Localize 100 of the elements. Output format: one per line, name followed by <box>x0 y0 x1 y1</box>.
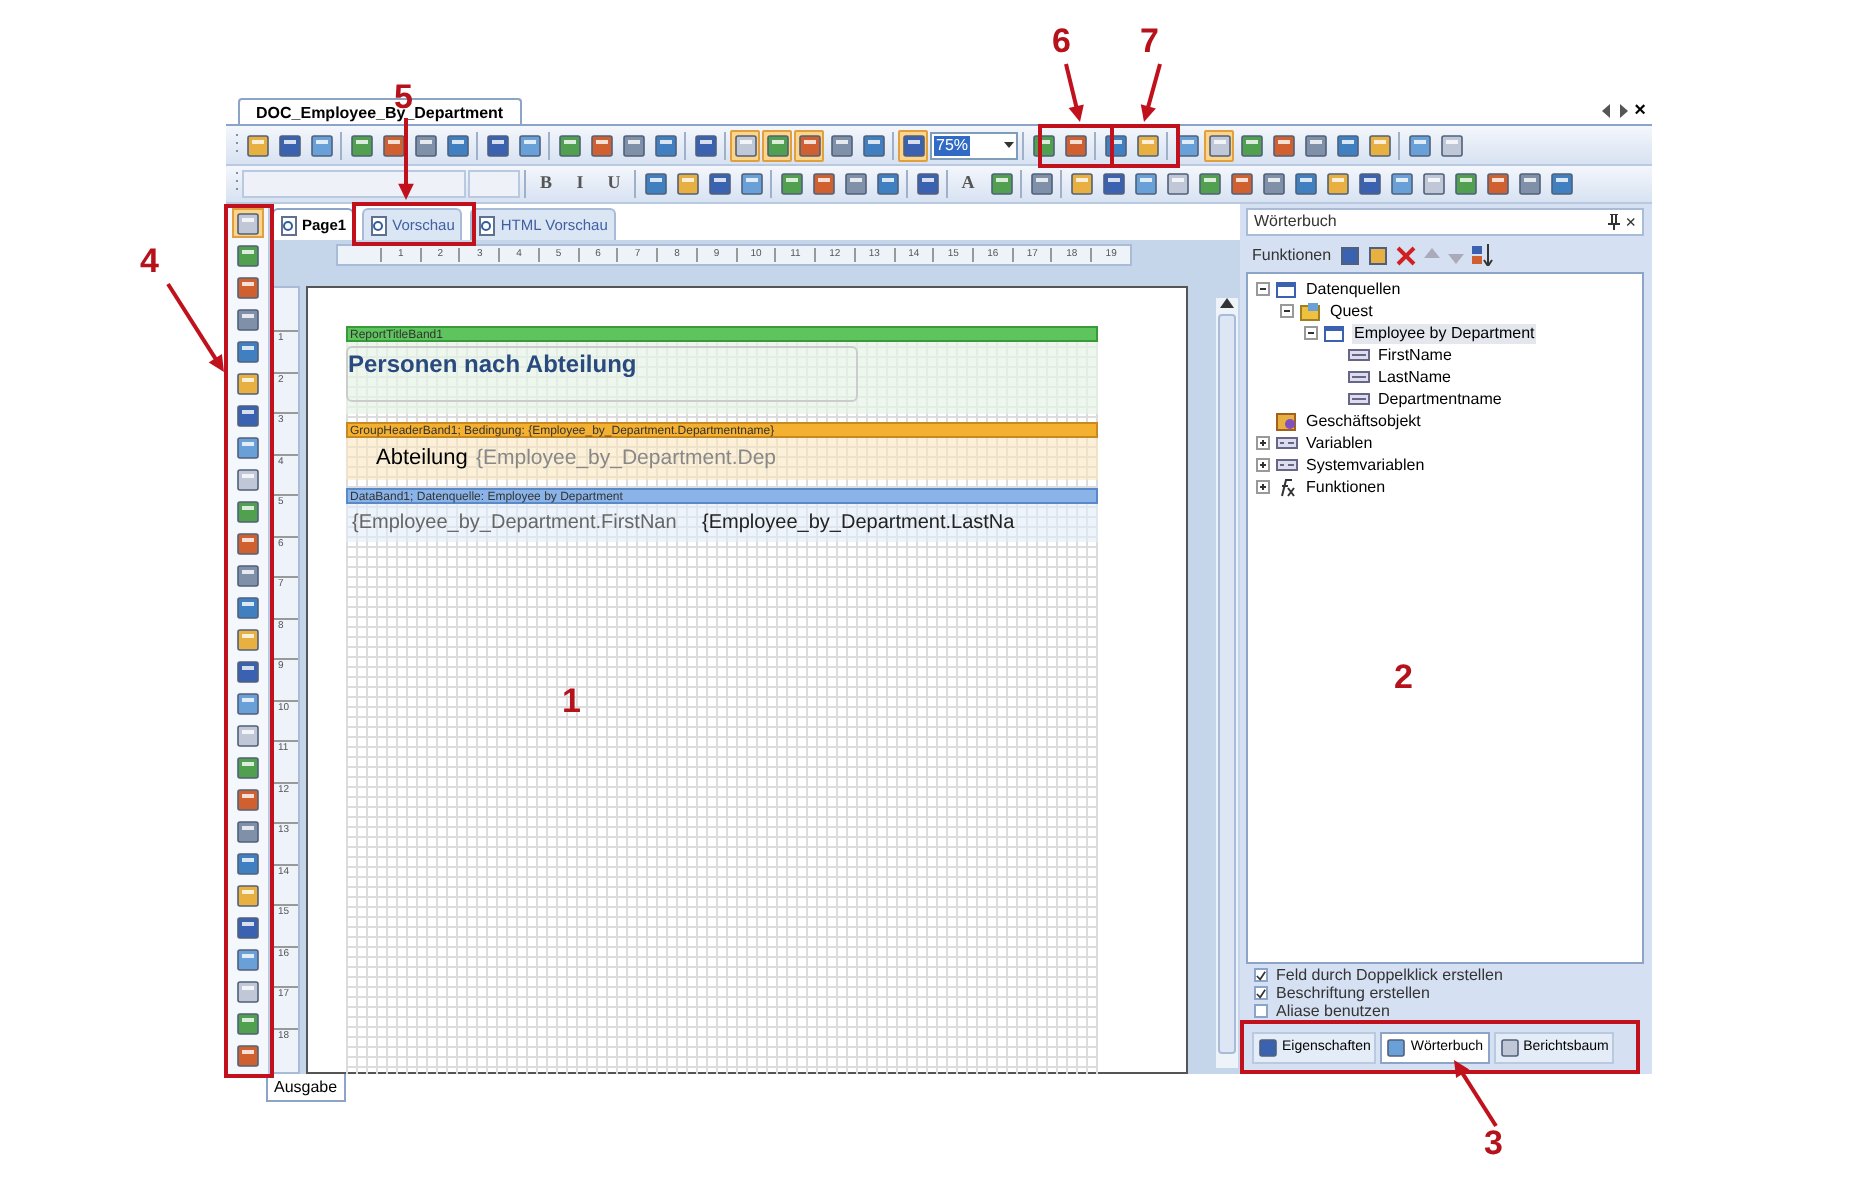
tree-item[interactable]: Employee by Department <box>1352 323 1537 343</box>
format-button[interactable]: B <box>530 168 562 200</box>
delete-icon[interactable] <box>1395 245 1416 265</box>
tool-button[interactable] <box>231 624 263 654</box>
toolbar-button[interactable] <box>1290 168 1320 200</box>
toolbar-button[interactable] <box>1258 168 1288 200</box>
tool-button[interactable] <box>231 304 263 334</box>
toolbar-button[interactable] <box>840 168 870 200</box>
toolbar-button[interactable] <box>794 129 824 161</box>
toolbar-button[interactable] <box>1354 168 1384 200</box>
toolbar-button[interactable] <box>1386 168 1416 200</box>
toolbar-button[interactable] <box>1418 168 1448 200</box>
tree-item[interactable]: Geschäftsobjekt <box>1304 411 1423 431</box>
toolbar-button[interactable] <box>1404 129 1434 161</box>
tool-button[interactable] <box>231 432 263 462</box>
toolbar-button[interactable] <box>858 129 888 161</box>
tool-button[interactable] <box>231 272 263 302</box>
toolbar-button[interactable] <box>1162 168 1192 200</box>
tool-button[interactable] <box>231 240 263 270</box>
edit-icon[interactable] <box>1367 245 1388 265</box>
tree-item[interactable]: LastName <box>1376 367 1453 387</box>
toolbar-button[interactable] <box>1268 129 1298 161</box>
report-title[interactable]: Personen nach Abteilung <box>346 346 858 402</box>
toolbar-button[interactable] <box>1098 168 1128 200</box>
toolbar-button[interactable] <box>704 168 734 200</box>
tool-button[interactable] <box>231 464 263 494</box>
tool-button[interactable] <box>231 976 263 1006</box>
expander-icon[interactable] <box>1256 436 1270 450</box>
tool-button[interactable] <box>231 208 263 238</box>
toolbar-button[interactable] <box>1226 168 1256 200</box>
vertical-scrollbar[interactable] <box>1216 298 1238 1068</box>
toolbar-button[interactable] <box>650 129 680 161</box>
expander-icon[interactable] <box>1256 282 1270 296</box>
tree-item[interactable]: Quest <box>1328 301 1375 321</box>
toolbar-button[interactable] <box>410 129 440 161</box>
tool-button[interactable] <box>231 560 263 590</box>
tree-item[interactable]: Datenquellen <box>1304 279 1403 299</box>
tool-button[interactable] <box>231 880 263 910</box>
toolbar-button[interactable] <box>1026 168 1056 200</box>
tree-item[interactable]: Systemvariablen <box>1304 455 1427 475</box>
expander-icon[interactable] <box>1256 458 1270 472</box>
toolbar-button[interactable] <box>242 129 272 161</box>
tool-button[interactable] <box>231 368 263 398</box>
toolbar-button[interactable] <box>826 129 856 161</box>
toolbar-button[interactable] <box>808 168 838 200</box>
toolbar-button[interactable] <box>1300 129 1330 161</box>
output-tab[interactable]: Ausgabe <box>266 1074 346 1102</box>
toolbar-button[interactable] <box>690 129 720 161</box>
toolbar-button[interactable] <box>1482 168 1512 200</box>
toolbar-button[interactable] <box>1066 168 1096 200</box>
format-button[interactable]: A <box>952 168 984 200</box>
tree-item[interactable]: Funktionen <box>1304 477 1388 497</box>
tool-button[interactable] <box>231 400 263 430</box>
expander-icon[interactable] <box>1280 304 1294 318</box>
tool-button[interactable] <box>231 688 263 718</box>
toolbar-button[interactable] <box>586 129 616 161</box>
toolbar-button[interactable] <box>346 129 376 161</box>
toolbar-button[interactable] <box>730 129 760 161</box>
data-field[interactable]: {Employee_by_Department.FirstNan <box>352 508 702 538</box>
toolbar-button[interactable] <box>986 168 1016 200</box>
toolbar-button[interactable] <box>554 129 584 161</box>
tool-button[interactable] <box>231 912 263 942</box>
scroll-up-icon[interactable] <box>1220 298 1234 308</box>
format-button[interactable]: I <box>564 168 596 200</box>
close-button[interactable]: × <box>1625 213 1636 231</box>
tool-button[interactable] <box>231 720 263 750</box>
text-object[interactable]: Abteilung <box>376 442 476 476</box>
toolbar-button[interactable] <box>1322 168 1352 200</box>
toolbar-button[interactable] <box>1060 129 1090 161</box>
zoom-dropdown[interactable]: 75% <box>930 131 1018 159</box>
tool-button[interactable] <box>231 752 263 782</box>
tool-button[interactable] <box>231 656 263 686</box>
scroll-left-icon[interactable] <box>1602 104 1613 118</box>
new-icon[interactable] <box>1339 245 1360 265</box>
tool-button[interactable] <box>231 336 263 366</box>
dropdown-arrow-icon[interactable] <box>1004 142 1014 148</box>
checkbox[interactable] <box>1254 968 1268 982</box>
sort-icon[interactable] <box>1471 244 1494 266</box>
toolbar-button[interactable] <box>482 129 512 161</box>
toolbar-button[interactable] <box>762 129 792 161</box>
tool-button[interactable] <box>231 816 263 846</box>
toolbar-button[interactable] <box>378 129 408 161</box>
font-name-field[interactable] <box>242 170 466 198</box>
toolbar-button[interactable] <box>1130 168 1160 200</box>
font-size-field[interactable] <box>468 170 520 198</box>
toolbar-button[interactable] <box>1236 129 1266 161</box>
toolbar-button[interactable] <box>1450 168 1480 200</box>
tool-button[interactable] <box>231 848 263 878</box>
tree-item[interactable]: FirstName <box>1376 345 1454 365</box>
toolbar-button[interactable] <box>1514 168 1544 200</box>
toolbar-button[interactable] <box>776 168 806 200</box>
tool-button[interactable] <box>231 592 263 622</box>
toolbar-button[interactable] <box>672 168 702 200</box>
toolbar-button[interactable] <box>1132 129 1162 161</box>
scroll-right-icon[interactable] <box>1618 104 1629 118</box>
toolbar-button[interactable] <box>274 129 304 161</box>
tool-button[interactable] <box>231 496 263 526</box>
toolbar-button[interactable] <box>736 168 766 200</box>
toolbar-button[interactable] <box>1194 168 1224 200</box>
toolbar-button[interactable] <box>1546 168 1576 200</box>
